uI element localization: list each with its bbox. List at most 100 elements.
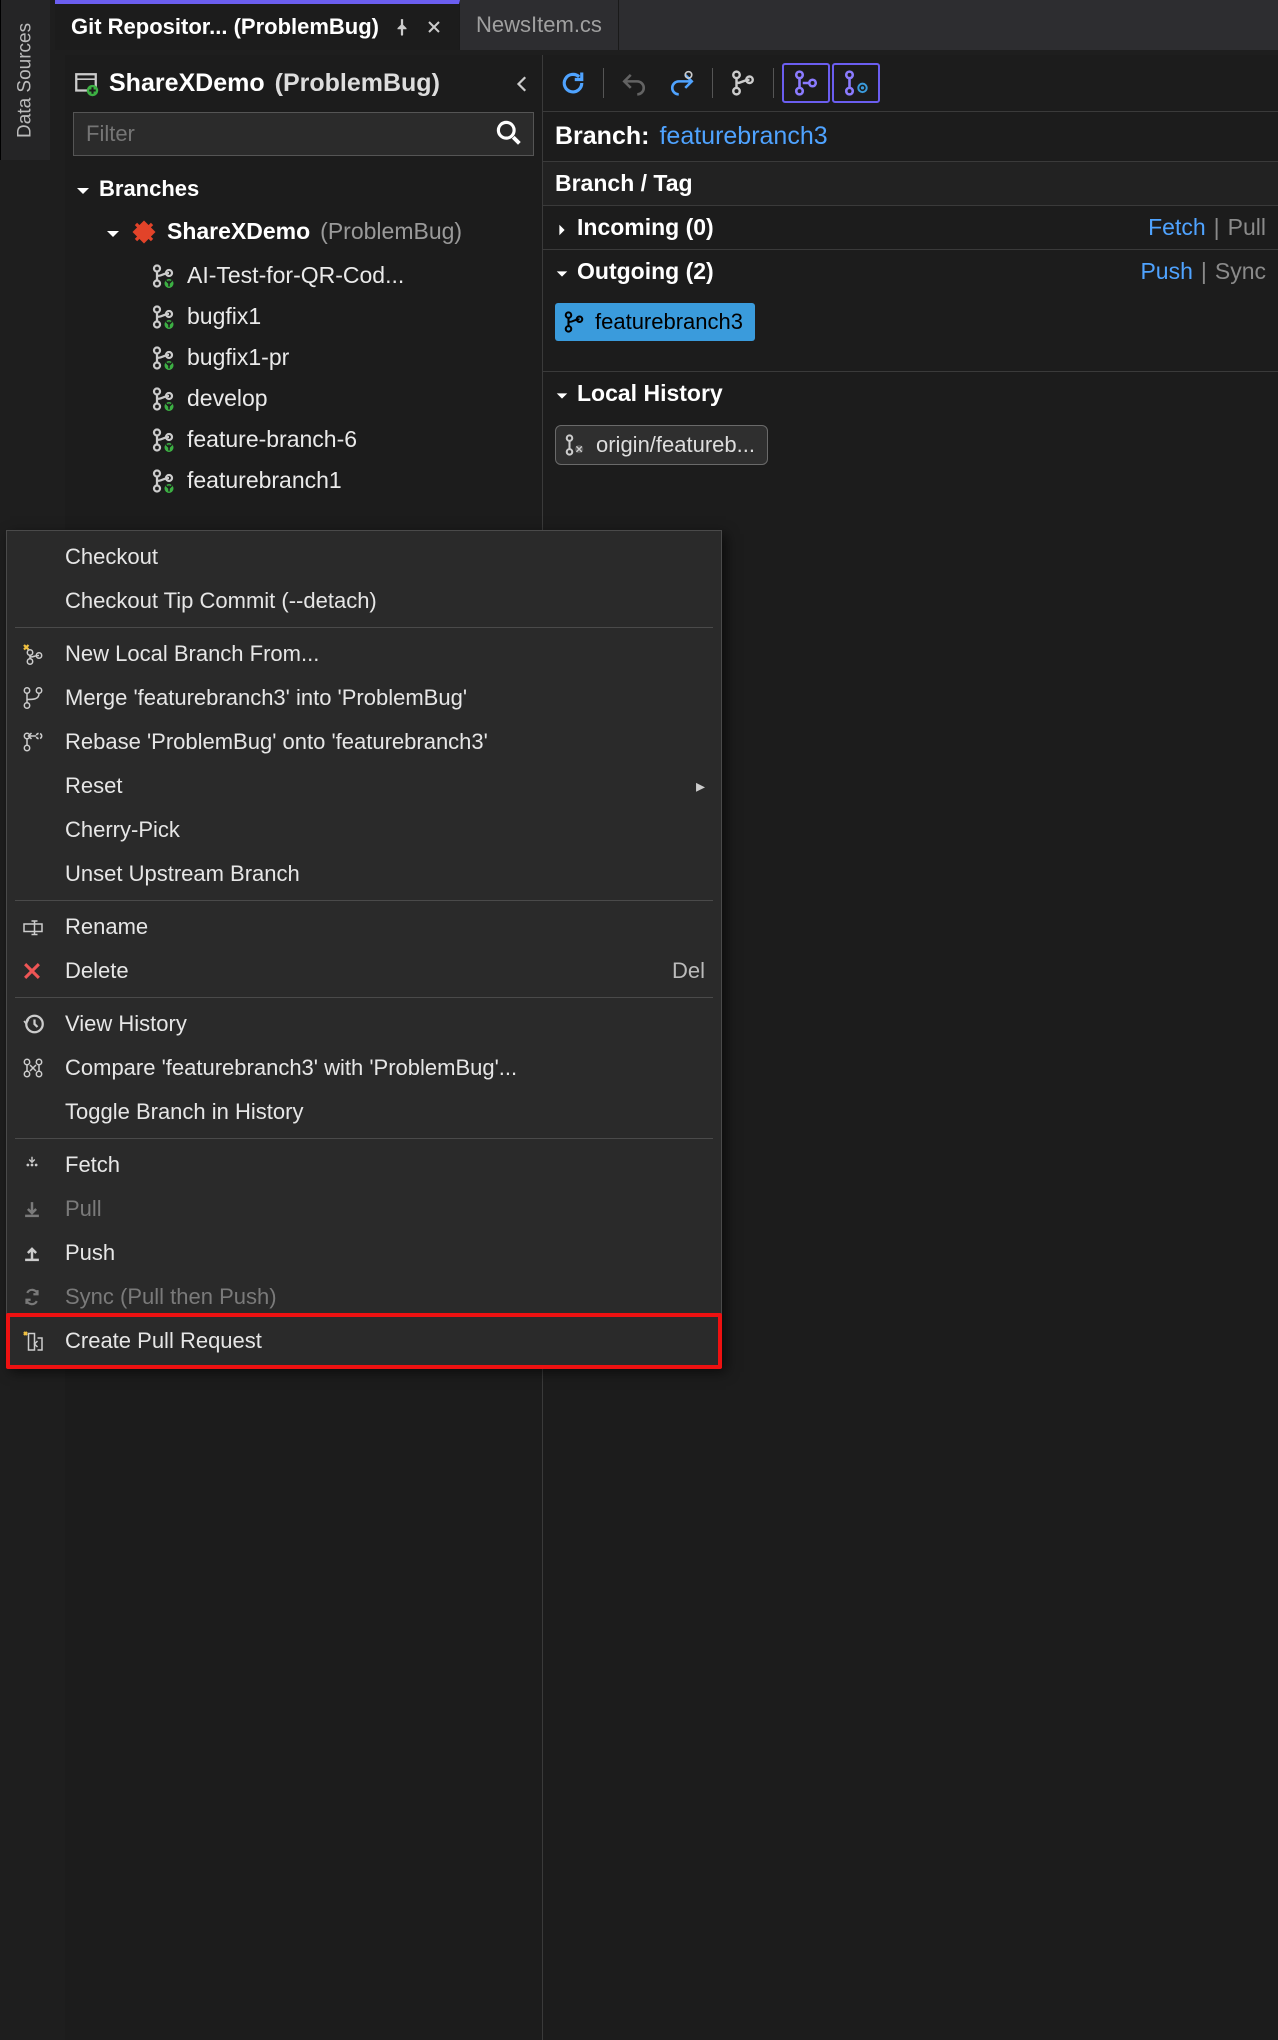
branch-graph-button[interactable] bbox=[719, 63, 767, 103]
fetch-icon bbox=[21, 1154, 43, 1176]
ctx-label: Pull bbox=[65, 1196, 102, 1222]
branch-name: featurebranch1 bbox=[187, 467, 342, 494]
filter-input[interactable] bbox=[73, 112, 534, 156]
chevron-down-icon bbox=[555, 389, 569, 403]
ctx-label: Unset Upstream Branch bbox=[65, 861, 300, 887]
tab-git-repository[interactable]: Git Repositor... (ProblemBug) bbox=[55, 0, 460, 50]
fetch-link[interactable]: Fetch bbox=[1148, 214, 1206, 241]
ctx-label: Rebase 'ProblemBug' onto 'featurebranch3… bbox=[65, 729, 488, 755]
branches-section[interactable]: Branches bbox=[65, 170, 542, 208]
ctx-label: Rename bbox=[65, 914, 148, 940]
ctx-label: Merge 'featurebranch3' into 'ProblemBug' bbox=[65, 685, 467, 711]
incoming-label: Incoming (0) bbox=[577, 214, 714, 241]
new-branch-icon bbox=[21, 642, 45, 666]
branch-compare-button[interactable] bbox=[782, 63, 830, 103]
branch-item[interactable]: bugfix1 bbox=[151, 296, 542, 337]
ctx-rebase-problembug-onto-featurebranch3[interactable]: Rebase 'ProblemBug' onto 'featurebranch3… bbox=[7, 720, 721, 764]
ctx-fetch[interactable]: Fetch bbox=[7, 1143, 721, 1187]
ctx-label: New Local Branch From... bbox=[65, 641, 319, 667]
pin-icon[interactable] bbox=[393, 18, 411, 36]
ctx-merge-featurebranch3-into-problembug[interactable]: Merge 'featurebranch3' into 'ProblemBug' bbox=[7, 676, 721, 720]
local-history-chip[interactable]: origin/featureb... bbox=[555, 425, 768, 465]
search-icon[interactable] bbox=[494, 118, 522, 146]
branch-icon bbox=[151, 346, 175, 370]
tab-label: Git Repositor... (ProblemBug) bbox=[71, 14, 379, 40]
delete-icon bbox=[21, 960, 43, 982]
ctx-label: Create Pull Request bbox=[65, 1328, 262, 1354]
repo-icon bbox=[73, 71, 99, 97]
branch-icon bbox=[151, 264, 175, 288]
ctx-label: Reset bbox=[65, 773, 122, 799]
close-icon[interactable] bbox=[425, 18, 443, 36]
pull-icon bbox=[21, 1198, 43, 1220]
sync-link[interactable]: Sync bbox=[1215, 258, 1266, 285]
local-history-header[interactable]: Local History bbox=[543, 371, 1278, 415]
ctx-label: Checkout Tip Commit (--detach) bbox=[65, 588, 377, 614]
pull-link[interactable]: Pull bbox=[1228, 214, 1266, 241]
history-icon bbox=[21, 1012, 45, 1036]
ctx-view-history[interactable]: View History bbox=[7, 1002, 721, 1046]
git-icon bbox=[131, 219, 157, 245]
branch-name: bugfix1-pr bbox=[187, 344, 289, 371]
document-tab-bar: Git Repositor... (ProblemBug) NewsItem.c… bbox=[55, 0, 1278, 50]
redo-button[interactable] bbox=[658, 63, 706, 103]
branch-item[interactable]: bugfix1-pr bbox=[151, 337, 542, 378]
branch-context-menu: Checkout Checkout Tip Commit (--detach) Ne… bbox=[6, 530, 722, 1368]
ctx-cherry-pick[interactable]: Cherry-Pick bbox=[7, 808, 721, 852]
refresh-button[interactable] bbox=[549, 63, 597, 103]
ctx-label: Sync (Pull then Push) bbox=[65, 1284, 277, 1310]
repo-branch-paren: (ProblemBug) bbox=[275, 69, 440, 98]
branch-tag-label: Branch / Tag bbox=[555, 170, 693, 197]
chevron-right-icon bbox=[555, 223, 569, 237]
incoming-header[interactable]: Incoming (0) Fetch | Pull bbox=[543, 205, 1278, 249]
branch-label: Branch: bbox=[555, 122, 649, 151]
outgoing-branch-chip[interactable]: featurebranch3 bbox=[555, 303, 755, 341]
chevron-down-icon bbox=[555, 267, 569, 281]
branch-item[interactable]: develop bbox=[151, 378, 542, 419]
ctx-reset[interactable]: Reset bbox=[7, 764, 721, 808]
branch-item[interactable]: featurebranch1 bbox=[151, 460, 542, 501]
ctx-rename[interactable]: Rename bbox=[7, 905, 721, 949]
ctx-push[interactable]: Push bbox=[7, 1231, 721, 1275]
ctx-new-local-branch-from[interactable]: New Local Branch From... bbox=[7, 632, 721, 676]
outgoing-label: Outgoing (2) bbox=[577, 258, 714, 285]
right-toolbar bbox=[543, 55, 1278, 112]
ctx-label: Delete bbox=[65, 958, 129, 984]
ctx-label: Checkout bbox=[65, 544, 158, 570]
ctx-checkout[interactable]: Checkout bbox=[7, 535, 721, 579]
ctx-label: Push bbox=[65, 1240, 115, 1266]
ctx-label: Cherry-Pick bbox=[65, 817, 180, 843]
ctx-checkout-tip-commit-detach[interactable]: Checkout Tip Commit (--detach) bbox=[7, 579, 721, 623]
ctx-label: Toggle Branch in History bbox=[65, 1099, 303, 1125]
push-icon bbox=[21, 1242, 43, 1264]
branch-tag-header[interactable]: Branch / Tag bbox=[543, 161, 1278, 205]
ctx-unset-upstream-branch[interactable]: Unset Upstream Branch bbox=[7, 852, 721, 896]
merge-icon bbox=[21, 686, 45, 710]
branches-label: Branches bbox=[99, 176, 199, 202]
ctx-compare-featurebranch3-with-problembug[interactable]: Compare 'featurebranch3' with 'ProblemBu… bbox=[7, 1046, 721, 1090]
current-branch-row: Branch: featurebranch3 bbox=[543, 112, 1278, 161]
tree-repo-name: ShareXDemo bbox=[167, 218, 310, 245]
ctx-delete[interactable]: DeleteDel bbox=[7, 949, 721, 993]
branch-link[interactable]: featurebranch3 bbox=[659, 122, 827, 151]
branch-icon bbox=[151, 387, 175, 411]
branch-sync-button[interactable] bbox=[832, 63, 880, 103]
tab-label: NewsItem.cs bbox=[476, 12, 602, 38]
branch-item[interactable]: feature-branch-6 bbox=[151, 419, 542, 460]
outgoing-header[interactable]: Outgoing (2) Push | Sync bbox=[543, 249, 1278, 293]
repo-header[interactable]: ShareXDemo (ProblemBug) bbox=[65, 55, 542, 112]
ctx-create-pull-request[interactable]: Create Pull Request bbox=[7, 1319, 721, 1363]
push-link[interactable]: Push bbox=[1140, 258, 1192, 285]
side-tab-data-sources[interactable]: Data Sources bbox=[0, 0, 50, 160]
tab-newsitem-cs[interactable]: NewsItem.cs bbox=[460, 0, 619, 50]
branch-item[interactable]: AI-Test-for-QR-Cod... bbox=[151, 255, 542, 296]
tree-repo-node[interactable]: ShareXDemo (ProblemBug) bbox=[95, 208, 542, 255]
ctx-toggle-branch-in-history[interactable]: Toggle Branch in History bbox=[7, 1090, 721, 1134]
chip-label: origin/featureb... bbox=[596, 432, 755, 458]
chevron-down-icon bbox=[105, 226, 121, 242]
tree-repo-branch: (ProblemBug) bbox=[320, 218, 462, 245]
undo-button[interactable] bbox=[610, 63, 658, 103]
ctx-sync-pull-then-push: Sync (Pull then Push) bbox=[7, 1275, 721, 1319]
chevron-left-icon[interactable] bbox=[514, 75, 532, 93]
local-history-label: Local History bbox=[577, 380, 723, 407]
